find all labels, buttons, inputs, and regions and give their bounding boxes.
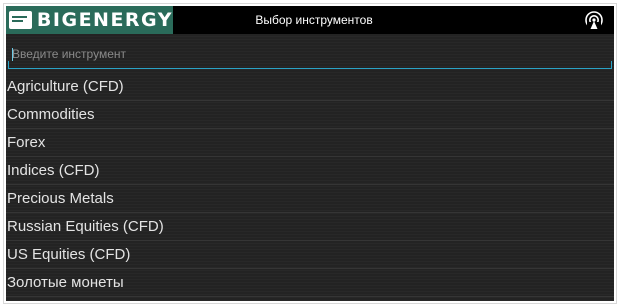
list-item[interactable]: Commodities	[6, 101, 614, 129]
search-input[interactable]	[12, 43, 602, 65]
instrument-list: Agriculture (CFD) Commodities Forex Indices…	[6, 73, 614, 297]
broadcast-button[interactable]	[584, 10, 604, 30]
list-item[interactable]: Золотые монеты	[6, 269, 614, 297]
text-cursor	[12, 48, 13, 61]
app-screen: BIGENERGY Выбор инструментов Agriculture…	[6, 6, 614, 301]
list-item[interactable]: US Equities (CFD)	[6, 241, 614, 269]
page-title: Выбор инструментов	[255, 13, 373, 27]
list-item[interactable]: Precious Metals	[6, 185, 614, 213]
broadcast-icon	[585, 11, 603, 30]
search-box	[8, 39, 612, 69]
list-item[interactable]: Forex	[6, 129, 614, 157]
action-bar: BIGENERGY Выбор инструментов	[6, 6, 614, 34]
list-item[interactable]: Russian Equities (CFD)	[6, 213, 614, 241]
list-item[interactable]: Agriculture (CFD)	[6, 73, 614, 101]
instrument-panel: Agriculture (CFD)CommoditiesForexIndices…	[6, 34, 614, 301]
list-item[interactable]: Indices (CFD)	[6, 157, 614, 185]
